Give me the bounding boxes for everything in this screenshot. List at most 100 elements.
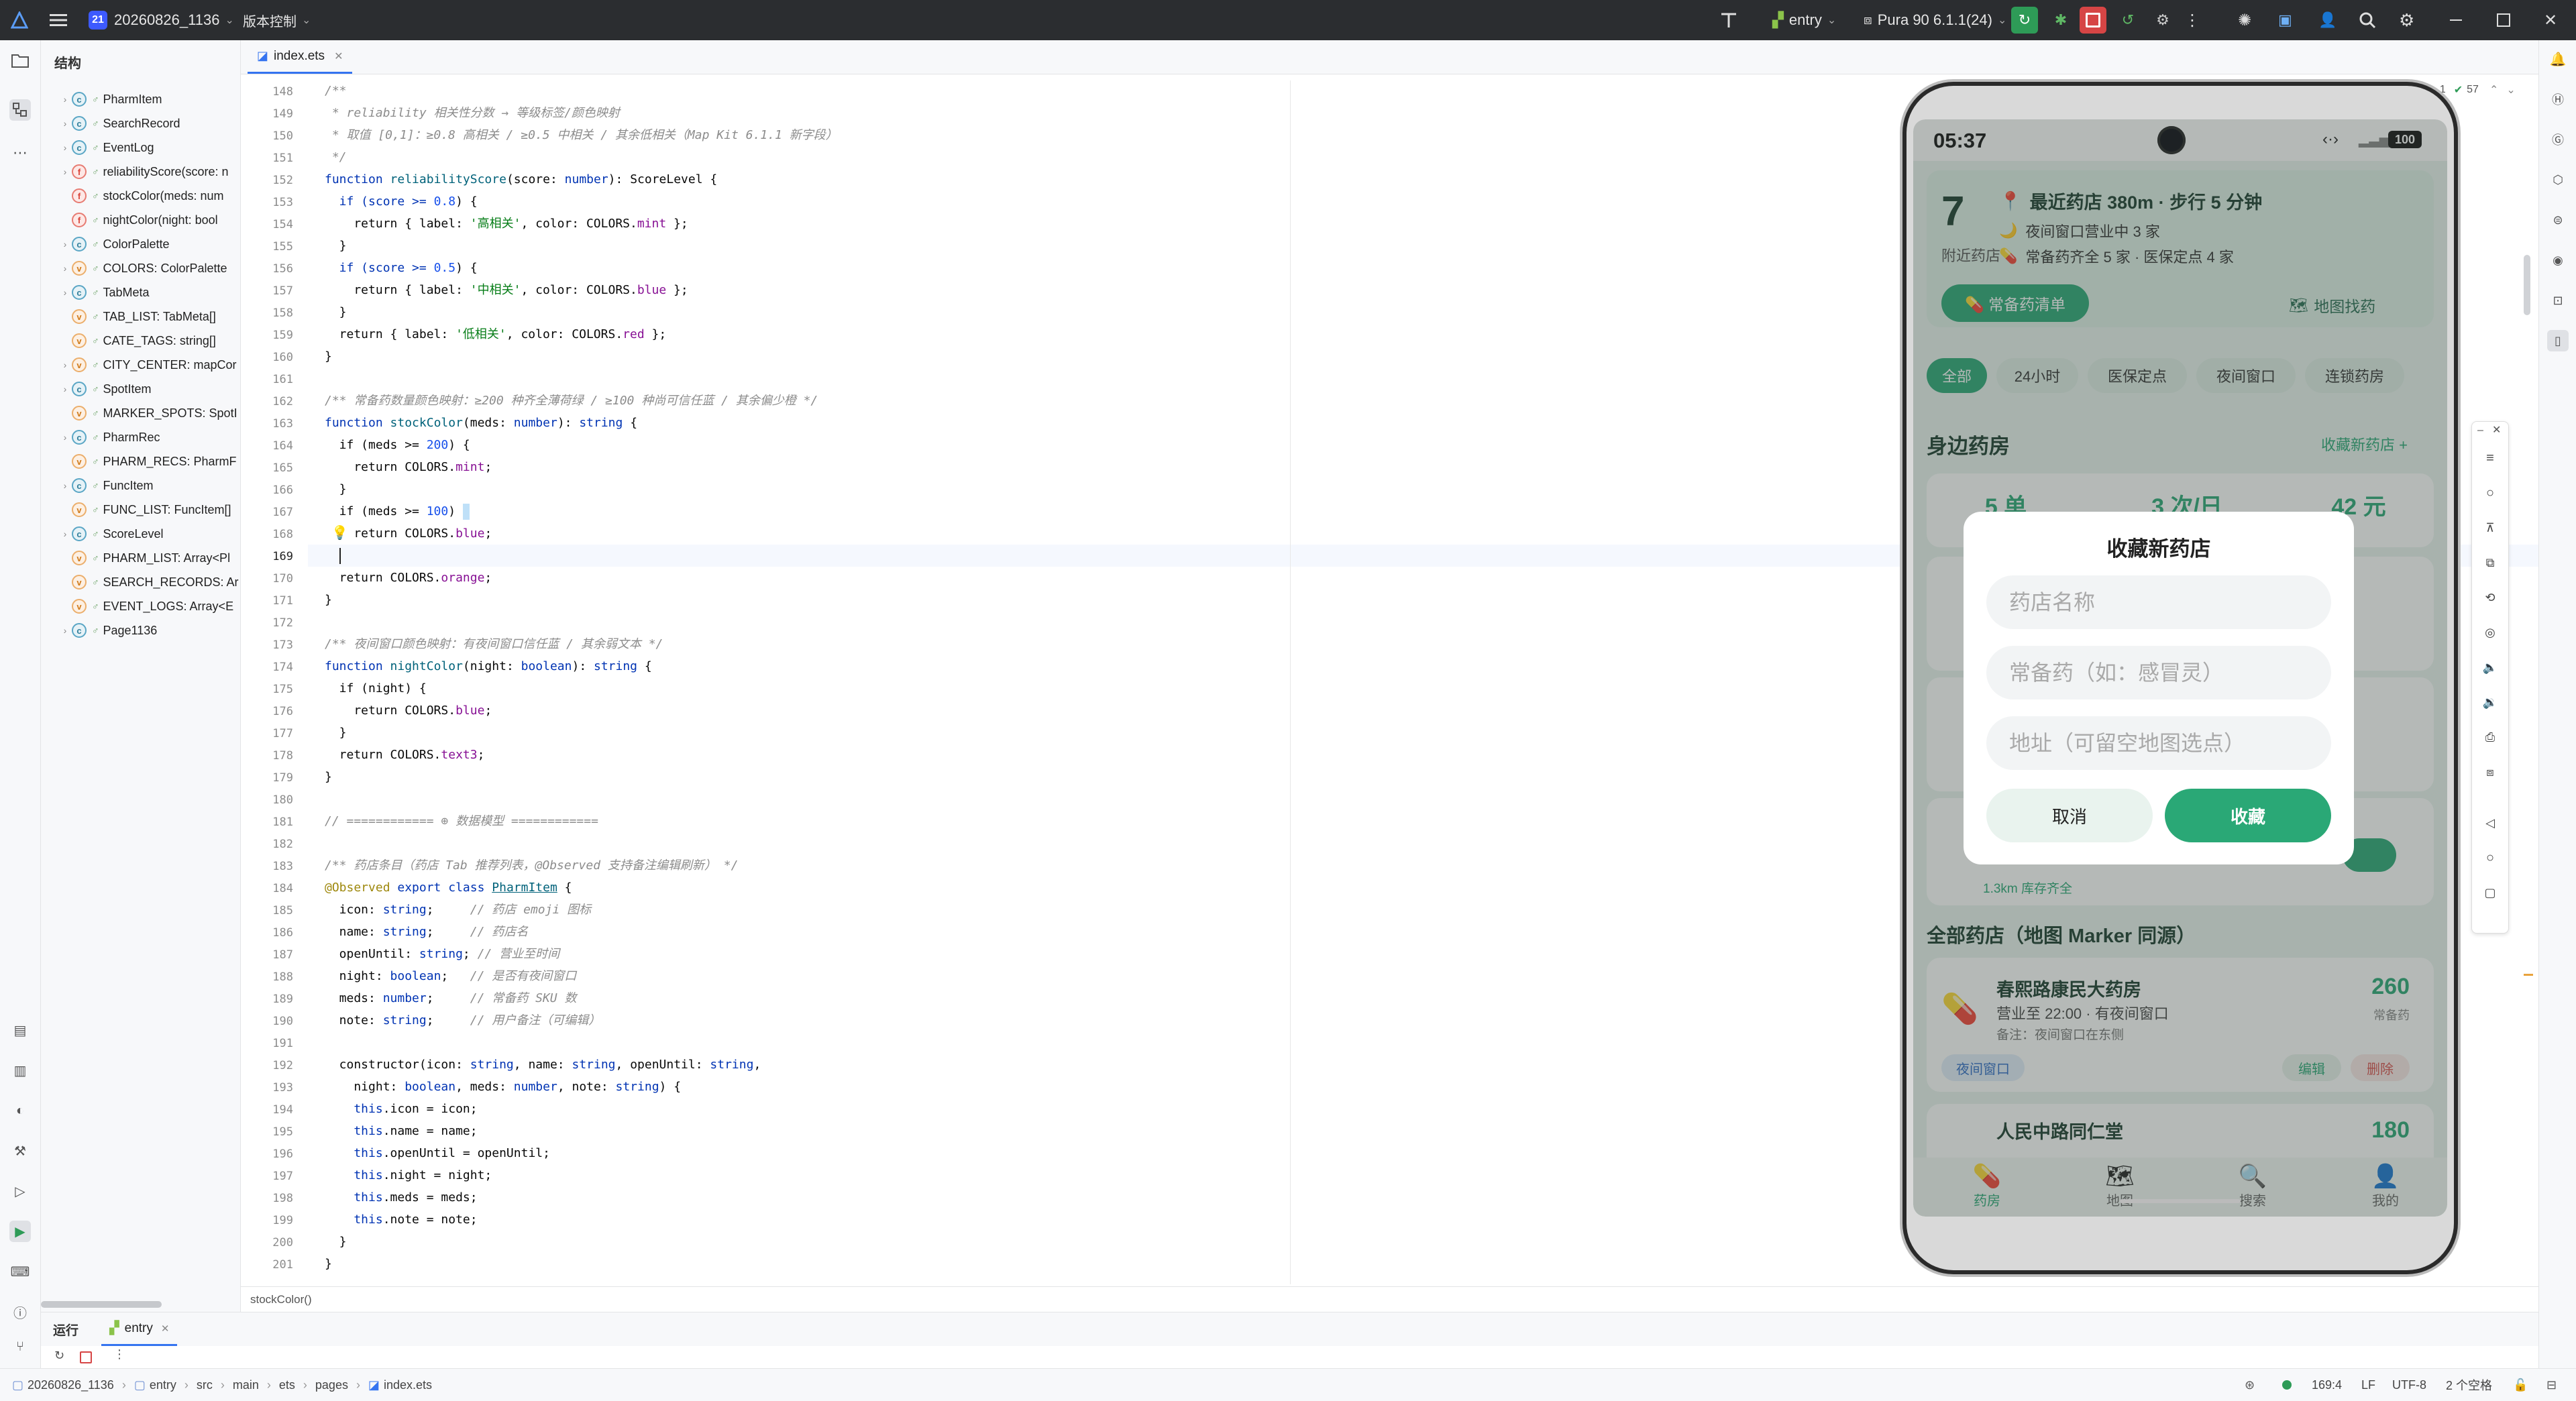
- structure-item[interactable]: f ♂ stockColor(meds: num: [41, 184, 224, 208]
- line-number[interactable]: 156: [272, 262, 293, 276]
- inspector-status-icon[interactable]: ⊛: [2245, 1369, 2255, 1401]
- line-number[interactable]: 191: [272, 1037, 293, 1050]
- codelinter-icon[interactable]: ⬡: [2547, 169, 2569, 190]
- expand-arrow-icon[interactable]: ›: [58, 166, 72, 177]
- line-number[interactable]: 197: [272, 1170, 293, 1183]
- profiler-button[interactable]: ⚙: [2149, 0, 2176, 40]
- line-number[interactable]: 199: [272, 1214, 293, 1227]
- structure-item[interactable]: › c ♂ FuncItem: [41, 473, 154, 498]
- structure-item[interactable]: v ♂ MARKER_SPOTS: SpotI: [41, 401, 237, 425]
- app-logo-icon[interactable]: [11, 0, 28, 40]
- structure-item[interactable]: › v ♂ COLORS: ColorPalette: [41, 256, 227, 280]
- line-number[interactable]: 186: [272, 926, 293, 940]
- rerun-icon[interactable]: ↻: [54, 1349, 64, 1363]
- device-selector[interactable]: ⧈ Pura 90 6.1.1(24) ⌄: [1864, 0, 2006, 40]
- medicine-input[interactable]: [1986, 646, 2331, 699]
- structure-item[interactable]: › c ♂ Page1136: [41, 618, 157, 642]
- line-number[interactable]: 187: [272, 948, 293, 962]
- structure-item[interactable]: v ♂ PHARM_RECS: PharmF: [41, 449, 237, 473]
- more-actions-icon[interactable]: ⋮: [113, 1347, 125, 1361]
- chevron-down-icon[interactable]: ⌄: [2506, 83, 2515, 97]
- account-icon[interactable]: 👤: [2318, 0, 2337, 40]
- debug-button[interactable]: ✱: [2047, 0, 2074, 40]
- line-number[interactable]: 177: [272, 727, 293, 740]
- horizontal-scrollbar[interactable]: [41, 1301, 162, 1308]
- minimize-icon[interactable]: [2450, 0, 2462, 40]
- line-number[interactable]: 200: [272, 1236, 293, 1249]
- address-input[interactable]: [1986, 716, 2331, 770]
- sync-status-dot[interactable]: [2282, 1369, 2292, 1401]
- line-number[interactable]: 165: [272, 461, 293, 475]
- expand-arrow-icon[interactable]: ›: [58, 480, 72, 491]
- expand-arrow-icon[interactable]: ›: [58, 118, 72, 129]
- line-number[interactable]: 158: [272, 306, 293, 320]
- home-indicator[interactable]: [2120, 1199, 2241, 1203]
- structure-item[interactable]: v ♂ SEARCH_RECORDS: Ar: [41, 570, 239, 594]
- preview-eye-icon[interactable]: ◉: [2547, 249, 2569, 271]
- volume-up-icon[interactable]: 🔈: [2481, 658, 2500, 677]
- structure-item[interactable]: › v ♂ CITY_CENTER: mapCor: [41, 353, 237, 377]
- project-switcher[interactable]: 21 20260826_1136 ⌄: [89, 0, 234, 40]
- expand-arrow-icon[interactable]: ›: [58, 432, 72, 443]
- search-icon[interactable]: [2359, 0, 2376, 40]
- crop-icon[interactable]: ⧉: [2481, 553, 2500, 572]
- terminal-tool-icon[interactable]: ⌨: [9, 1261, 31, 1282]
- stop-button[interactable]: [2080, 0, 2106, 40]
- line-number[interactable]: 193: [272, 1081, 293, 1095]
- line-number[interactable]: 196: [272, 1147, 293, 1161]
- stop-icon[interactable]: [80, 1351, 92, 1363]
- line-number[interactable]: 157: [272, 284, 293, 298]
- line-number[interactable]: 185: [272, 904, 293, 917]
- database-icon[interactable]: ⊜: [2547, 209, 2569, 231]
- structure-item[interactable]: › c ♂ SearchRecord: [41, 111, 180, 135]
- line-number[interactable]: 168: [272, 528, 293, 541]
- expand-arrow-icon[interactable]: ›: [58, 142, 72, 153]
- main-menu-icon[interactable]: [50, 0, 67, 40]
- line-number[interactable]: 148: [272, 85, 293, 99]
- expand-arrow-icon[interactable]: ›: [58, 263, 72, 274]
- expand-arrow-icon[interactable]: ›: [58, 625, 72, 636]
- profiler-tool-icon[interactable]: ◐: [9, 1100, 31, 1121]
- inspection-widget[interactable]: ▲ 1 ✔ 57 ⌃ ⌄: [2425, 83, 2516, 97]
- caret-position[interactable]: 169:4: [2312, 1369, 2342, 1401]
- more-actions-icon[interactable]: ⋮: [2184, 0, 2200, 40]
- line-number[interactable]: 162: [272, 395, 293, 408]
- structure-item[interactable]: v ♂ TAB_LIST: TabMeta[]: [41, 304, 216, 329]
- structure-item[interactable]: › c ♂ ColorPalette: [41, 232, 170, 256]
- code-breadcrumb[interactable]: stockColor(): [241, 1286, 2538, 1312]
- maximize-icon[interactable]: [2497, 0, 2510, 40]
- indent-setting[interactable]: 2 个空格: [2446, 1369, 2492, 1401]
- line-number[interactable]: 181: [272, 816, 293, 829]
- power-icon[interactable]: ○: [2481, 484, 2500, 502]
- run-tab-entry[interactable]: ▞ entry ✕: [101, 1312, 178, 1346]
- structure-tool-icon[interactable]: [9, 99, 31, 121]
- structure-item[interactable]: › c ♂ PharmItem: [41, 87, 162, 111]
- problems-tool-icon[interactable]: ⓘ: [9, 1301, 31, 1323]
- line-number[interactable]: 172: [272, 616, 293, 630]
- vcs-menu[interactable]: 版本控制 ⌄: [243, 0, 311, 40]
- apply-changes-button[interactable]: ↺: [2114, 0, 2141, 40]
- line-number[interactable]: 201: [272, 1258, 293, 1272]
- plugin-icon[interactable]: ✺: [2238, 0, 2251, 40]
- run-config-selector[interactable]: ▞ entry ⌄: [1772, 0, 1836, 40]
- structure-item[interactable]: › c ♂ SpotItem: [41, 377, 152, 401]
- structure-item[interactable]: v ♂ CATE_TAGS: string[]: [41, 329, 216, 353]
- structure-item[interactable]: f ♂ nightColor(night: bool: [41, 208, 218, 232]
- structure-item[interactable]: › f ♂ reliabilityScore(score: n: [41, 160, 229, 184]
- gradle-icon[interactable]: Ⓖ: [2547, 129, 2569, 150]
- structure-item[interactable]: › c ♂ EventLog: [41, 135, 154, 160]
- line-number[interactable]: 169: [272, 550, 293, 563]
- notifications-icon[interactable]: 🔔: [2547, 48, 2569, 70]
- line-number[interactable]: 175: [272, 683, 293, 696]
- file-encoding[interactable]: UTF-8: [2392, 1369, 2426, 1401]
- record-icon[interactable]: ⧈: [2481, 763, 2500, 781]
- structure-item[interactable]: v ♂ PHARM_LIST: Array<Pl: [41, 546, 230, 570]
- close-tab-icon[interactable]: ✕: [334, 50, 343, 63]
- more-tools-icon[interactable]: ⋯: [9, 142, 31, 164]
- home-icon[interactable]: ○: [2481, 848, 2500, 867]
- line-number[interactable]: 194: [272, 1103, 293, 1117]
- screenshot-icon[interactable]: ⎙: [2481, 728, 2500, 746]
- structure-item[interactable]: › c ♂ TabMeta: [41, 280, 150, 304]
- line-number[interactable]: 170: [272, 572, 293, 585]
- line-number[interactable]: 149: [272, 107, 293, 121]
